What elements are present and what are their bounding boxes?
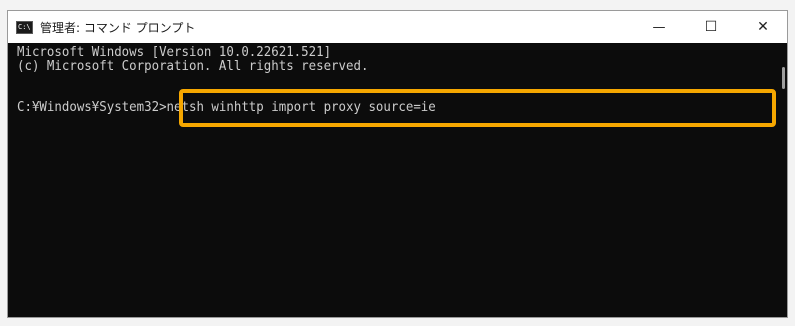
- cmd-icon: C:\: [16, 21, 33, 34]
- command-line[interactable]: C:¥Windows¥System32>netsh winhttp import…: [17, 100, 436, 114]
- minimize-icon: —: [652, 19, 666, 35]
- close-icon: ✕: [757, 19, 769, 35]
- maximize-icon: ☐: [704, 19, 718, 35]
- minimize-button[interactable]: —: [636, 11, 682, 43]
- title-bar[interactable]: C:\ 管理者: コマンド プロンプト — ☐ ✕: [8, 11, 787, 43]
- window-title: 管理者: コマンド プロンプト: [40, 21, 196, 35]
- console-area[interactable]: Microsoft Windows [Version 10.0.22621.52…: [8, 43, 787, 317]
- scrollbar-thumb[interactable]: [782, 67, 785, 89]
- prompt-path: C:¥Windows¥System32>: [17, 99, 167, 115]
- typed-command: netsh winhttp import proxy source=ie: [166, 99, 436, 115]
- scrollbar[interactable]: [778, 43, 787, 317]
- maximize-button[interactable]: ☐: [688, 11, 734, 43]
- cmd-window: C:\ 管理者: コマンド プロンプト — ☐ ✕ Microsoft Wind…: [7, 10, 788, 318]
- console-output-line: (c) Microsoft Corporation. All rights re…: [17, 58, 369, 74]
- console-output-line: Microsoft Windows [Version 10.0.22621.52…: [17, 44, 332, 60]
- close-button[interactable]: ✕: [740, 11, 786, 43]
